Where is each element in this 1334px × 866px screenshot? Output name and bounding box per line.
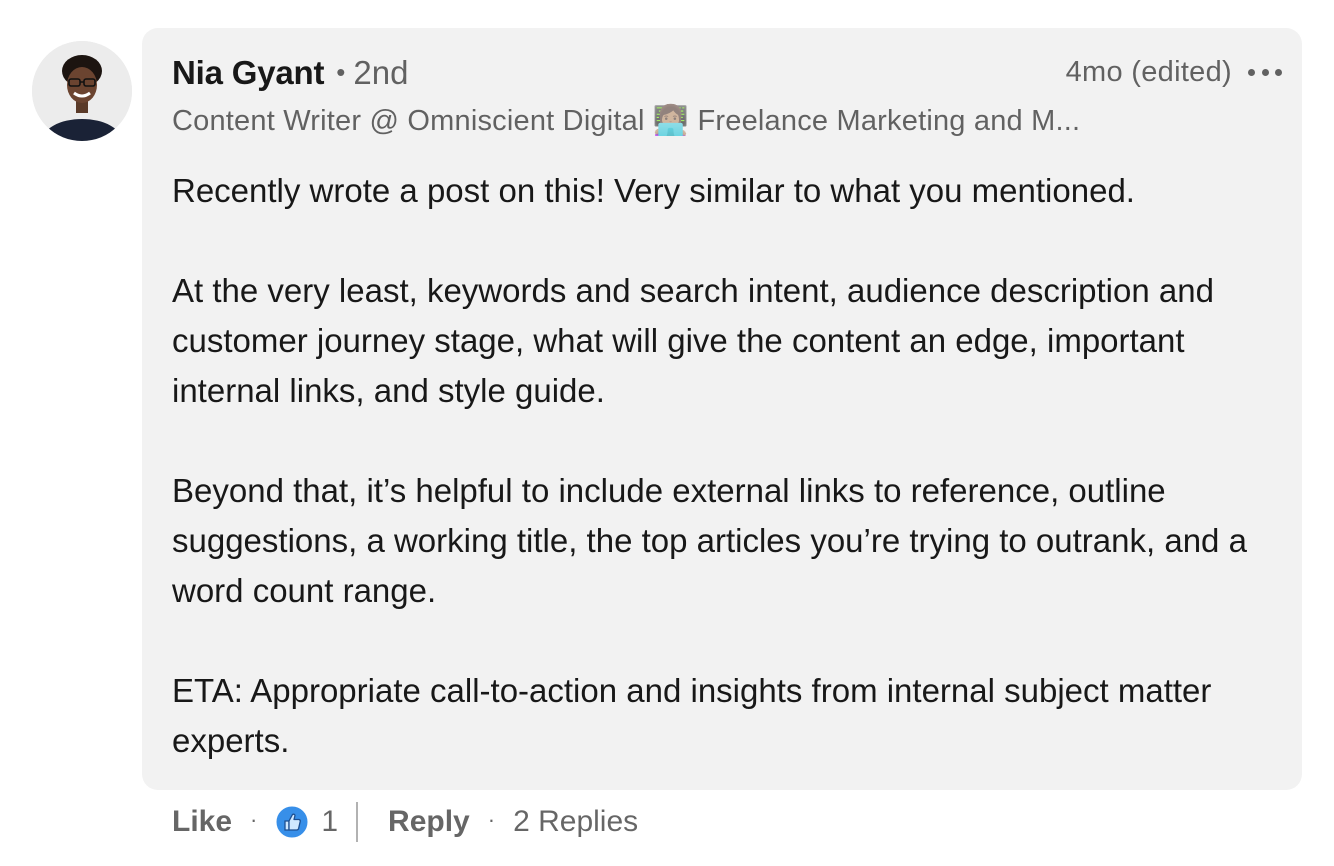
comment-meta: 4mo (edited) [1066, 56, 1282, 89]
comment-paragraph: Recently wrote a post on this! Very simi… [172, 172, 1135, 209]
comment-thread: Nia Gyant • 2nd 4mo (edited) Content Write… [0, 0, 1334, 866]
dot-separator: · [250, 807, 258, 832]
comment-paragraph: Beyond that, it’s helpful to include ext… [172, 472, 1247, 609]
comment-paragraph: At the very least, keywords and search i… [172, 272, 1214, 409]
reaction-count[interactable]: 1 [321, 805, 338, 839]
reply-button[interactable]: Reply [388, 805, 470, 839]
divider [356, 802, 359, 842]
profile-photo [32, 41, 132, 141]
like-button[interactable]: Like [172, 805, 232, 839]
comment-actions: Like · 1 Reply · 2 Replies [172, 798, 638, 846]
comment-header: Nia Gyant • 2nd 4mo (edited) [172, 54, 1282, 96]
degree-separator: • [336, 57, 346, 87]
avatar[interactable] [32, 41, 132, 141]
comment-body: Recently wrote a post on this! Very simi… [172, 166, 1282, 766]
comment-bubble: Nia Gyant • 2nd 4mo (edited) Content Write… [142, 28, 1302, 790]
dot-separator: · [487, 807, 496, 832]
comment-paragraph: ETA: Appropriate call-to-action and insi… [172, 672, 1212, 759]
author-name[interactable]: Nia Gyant [172, 54, 324, 91]
ellipsis-icon[interactable] [1248, 58, 1282, 88]
author-headline: Content Writer @ Omniscient Digital 👩🏽‍💻… [172, 105, 1081, 137]
replies-link[interactable]: 2 Replies [513, 805, 638, 839]
timestamp: 4mo (edited) [1065, 56, 1232, 88]
connection-degree: 2nd [353, 54, 409, 91]
thumbs-up-icon[interactable] [275, 805, 309, 839]
